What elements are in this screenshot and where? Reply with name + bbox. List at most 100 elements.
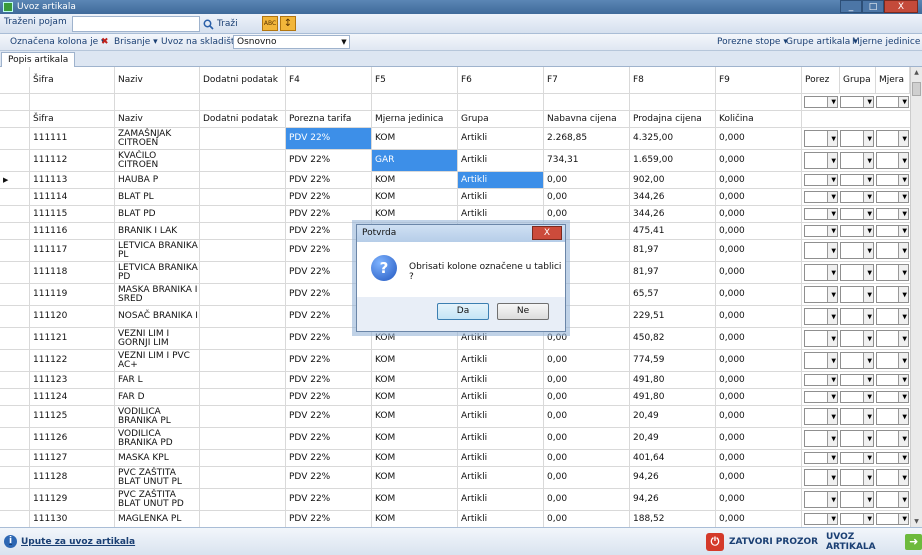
row-selector[interactable] (0, 189, 30, 205)
column-mapping-dropdown[interactable] (840, 208, 874, 220)
scroll-down-icon[interactable]: ▼ (911, 516, 922, 527)
column-mapping-dropdown[interactable] (804, 452, 838, 464)
table-cell[interactable]: 0,00 (544, 489, 630, 510)
table-cell[interactable]: 111125 (30, 406, 115, 427)
marked-column-menu[interactable]: Označena kolona je ▾ (10, 37, 106, 47)
table-cell[interactable]: KOM (372, 450, 458, 466)
table-cell[interactable]: PVC ZAŠTITA BLAT UNUT PD (115, 489, 200, 510)
table-cell[interactable]: 111129 (30, 489, 115, 510)
table-cell[interactable]: Artikli (458, 511, 544, 527)
column-mapping-dropdown[interactable] (840, 286, 874, 303)
table-cell[interactable]: KOM (372, 428, 458, 449)
row-selector[interactable] (0, 284, 30, 305)
table-cell[interactable]: 0,000 (716, 223, 802, 239)
column-mapping-dropdown[interactable] (840, 374, 874, 386)
table-cell[interactable]: 4.325,00 (630, 128, 716, 149)
table-cell[interactable]: KOM (372, 172, 458, 188)
table-cell[interactable]: FAR D (115, 389, 200, 405)
row-selector[interactable] (0, 306, 30, 327)
table-cell[interactable]: FAR L (115, 372, 200, 388)
units-menu[interactable]: Mjerne jedinice ▾ (852, 37, 922, 47)
column-mapping-dropdown[interactable] (804, 352, 838, 369)
table-cell[interactable]: PVC ZAŠTITA BLAT UNUT PL (115, 467, 200, 488)
column-mapping-dropdown[interactable] (876, 391, 909, 403)
column-mapping-dropdown[interactable] (876, 374, 909, 386)
table-cell[interactable]: 0,000 (716, 428, 802, 449)
table-cell[interactable]: 111116 (30, 223, 115, 239)
table-cell[interactable]: KOM (372, 350, 458, 371)
table-cell[interactable]: 0,00 (544, 172, 630, 188)
table-cell[interactable]: 0,00 (544, 428, 630, 449)
table-cell[interactable]: 1.659,00 (630, 150, 716, 171)
table-cell[interactable] (200, 389, 286, 405)
table-cell[interactable]: PDV 22% (286, 189, 372, 205)
table-cell[interactable]: VODILICA BRANIKA PD (115, 428, 200, 449)
table-row[interactable]: 111128 PVC ZAŠTITA BLAT UNUT PL PDV 22% KOM… (0, 467, 910, 489)
column-header[interactable]: F7 (544, 67, 630, 93)
filter-cell[interactable] (544, 94, 630, 110)
row-selector[interactable] (0, 240, 30, 261)
column-mapping-dropdown[interactable] (876, 469, 909, 486)
table-cell[interactable]: PDV 22% (286, 450, 372, 466)
column-mapping-dropdown[interactable] (804, 208, 838, 220)
table-cell[interactable]: PDV 22% (286, 406, 372, 427)
column-mapping-dropdown[interactable] (876, 225, 909, 237)
column-mapping-dropdown[interactable] (876, 330, 909, 347)
column-mapping-dropdown[interactable] (804, 225, 838, 237)
row-selector[interactable]: ▶ (0, 172, 30, 188)
filter-cell[interactable] (716, 94, 802, 110)
column-header[interactable]: F8 (630, 67, 716, 93)
table-cell[interactable]: PDV 22% (286, 467, 372, 488)
scroll-thumb[interactable] (912, 82, 921, 96)
table-cell[interactable] (200, 511, 286, 527)
table-cell[interactable]: 734,31 (544, 150, 630, 171)
table-row[interactable]: 111130 MAGLENKA PL PDV 22% KOM Artikli 0,00 18… (0, 511, 910, 527)
table-cell[interactable] (200, 189, 286, 205)
table-cell[interactable]: KVAČILO CITROEN (115, 150, 200, 171)
table-cell[interactable]: Artikli (458, 350, 544, 371)
table-cell[interactable] (200, 150, 286, 171)
table-cell[interactable]: BLAT PD (115, 206, 200, 222)
table-cell[interactable] (200, 372, 286, 388)
column-header[interactable]: Naziv (115, 67, 200, 93)
table-cell[interactable]: 229,51 (630, 306, 716, 327)
row-selector[interactable] (0, 489, 30, 510)
table-cell[interactable]: 0,00 (544, 406, 630, 427)
table-cell[interactable]: 450,82 (630, 328, 716, 349)
column-mapping-dropdown[interactable] (804, 286, 838, 303)
table-cell[interactable]: 0,000 (716, 467, 802, 488)
table-cell[interactable]: Artikli (458, 467, 544, 488)
column-mapping-dropdown[interactable] (876, 286, 909, 303)
column-mapping-dropdown[interactable] (804, 191, 838, 203)
column-mapping-dropdown[interactable] (804, 491, 838, 508)
table-cell[interactable] (200, 306, 286, 327)
table-cell[interactable]: PDV 22% (286, 206, 372, 222)
table-cell[interactable]: Artikli (458, 450, 544, 466)
table-cell[interactable]: PDV 22% (286, 172, 372, 188)
close-window-button[interactable]: X (884, 0, 918, 13)
table-row[interactable]: 111129 PVC ZAŠTITA BLAT UNUT PD PDV 22% KOM… (0, 489, 910, 511)
table-cell[interactable]: 111115 (30, 206, 115, 222)
row-selector[interactable] (0, 262, 30, 283)
yes-button[interactable]: Da (437, 303, 489, 320)
table-cell[interactable]: 111124 (30, 389, 115, 405)
table-cell[interactable]: Artikli (458, 150, 544, 171)
table-cell[interactable]: 111120 (30, 306, 115, 327)
table-cell[interactable]: Artikli (458, 406, 544, 427)
abc-sort-icon[interactable]: ABC (262, 16, 278, 31)
table-cell[interactable]: 0,000 (716, 284, 802, 305)
filter-cell[interactable] (115, 94, 200, 110)
column-mapping-dropdown[interactable] (876, 152, 909, 169)
table-cell[interactable] (200, 406, 286, 427)
table-cell[interactable]: 0,00 (544, 511, 630, 527)
column-mapping-dropdown[interactable] (840, 352, 874, 369)
column-mapping-dropdown[interactable] (804, 469, 838, 486)
table-cell[interactable]: VODILICA BRANIKA PL (115, 406, 200, 427)
row-selector[interactable] (0, 406, 30, 427)
table-cell[interactable]: 111119 (30, 284, 115, 305)
minimize-button[interactable]: _ (840, 0, 862, 13)
table-cell[interactable]: 0,000 (716, 511, 802, 527)
table-row[interactable]: 111124 FAR D PDV 22% KOM Artikli 0,00 491,80 0,… (0, 389, 910, 406)
table-cell[interactable]: 111121 (30, 328, 115, 349)
filter-cell[interactable] (372, 94, 458, 110)
